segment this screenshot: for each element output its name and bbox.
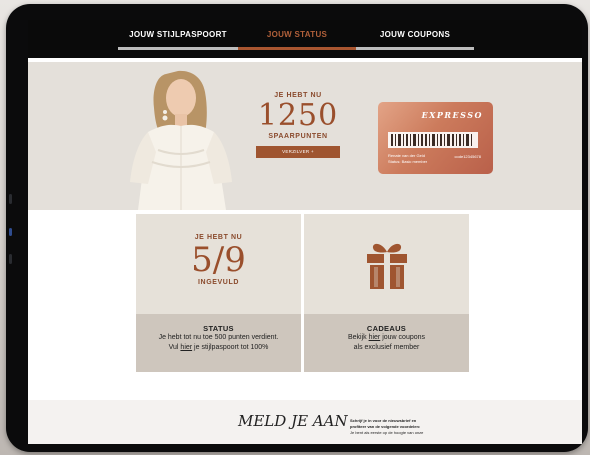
newsletter-heading: MELD JE AAN (238, 412, 348, 430)
tab-underline-active (238, 47, 356, 50)
cadeau-line-1-suffix: jouw coupons (380, 334, 426, 341)
hero-banner: JE HEBT NU 1250 SPAARPUNTEN VERZILVER + … (28, 62, 582, 210)
newsletter-text: Schrijf je in voor de nieuwsbrief en pro… (350, 418, 460, 436)
card-brand-logo: EXPRESSO (421, 110, 483, 120)
status-tile-bottom: STATUS Je hebt tot nu toe 500 punten ver… (136, 314, 301, 372)
status-tile-top: JE HEBT NU 5/9 INGEVULD (136, 214, 301, 314)
status-line-2: Vul hier je stijlpaspoort tot 100% (136, 343, 301, 353)
status-tile: JE HEBT NU 5/9 INGEVULD STATUS Je hebt t… (136, 214, 301, 372)
tab-underline (356, 47, 474, 50)
card-holder: Renate van der Geld Status: Basic member (388, 153, 427, 164)
cadeau-tile-bottom: CADEAUS Bekijk hier jouw coupons als exc… (304, 314, 469, 372)
tab-label: JOUW COUPONS (379, 30, 451, 39)
tab-coupons[interactable]: JOUW COUPONS (356, 30, 474, 58)
cadeau-tile-top (304, 214, 469, 314)
progress-block: JE HEBT NU 5/9 INGEVULD (136, 234, 301, 286)
cadeau-title: CADEAUS (366, 324, 407, 333)
screen: JOUW STIJLPASPOORT JOUW STATUS JOUW COUP… (28, 20, 582, 444)
passport-link[interactable]: hier (180, 344, 192, 351)
progress-fraction: 5/9 (191, 240, 246, 280)
cadeau-line-1-prefix: Bekijk (347, 334, 369, 341)
status-line-2-suffix: je stijlpaspoort tot 100% (192, 344, 269, 351)
card-number: code12345678 (454, 154, 481, 159)
tablet-camera-dot (9, 228, 12, 236)
redeem-button[interactable]: VERZILVER + (256, 146, 340, 158)
status-line-1: Je hebt tot nu toe 500 punten verdient. (158, 334, 279, 341)
progress-caption: INGEVULD (198, 279, 239, 286)
tablet-side-button-2 (9, 254, 12, 264)
points-value: 1250 (257, 98, 339, 133)
status-line-2-prefix: Vul (168, 344, 181, 351)
tablet-side-button (9, 194, 12, 204)
coupons-link[interactable]: hier (369, 334, 381, 341)
points-label: SPAARPUNTEN (268, 133, 328, 140)
tab-status[interactable]: JOUW STATUS (238, 30, 356, 58)
top-nav: JOUW STIJLPASPOORT JOUW STATUS JOUW COUP… (28, 20, 582, 58)
cadeau-tile: CADEAUS Bekijk hier jouw coupons als exc… (304, 214, 469, 372)
card-holder-status: Status: Basic member (388, 158, 428, 164)
newsletter-intro-2: profiteer van de volgende voordelen: (350, 424, 421, 429)
tab-label: JOUW STIJLPASPOORT (129, 30, 227, 39)
model-photo (130, 70, 232, 210)
points-block: JE HEBT NU 1250 SPAARPUNTEN VERZILVER + (248, 92, 348, 158)
tab-label: JOUW STATUS (266, 30, 328, 39)
gift-icon (367, 243, 407, 289)
newsletter-section: MELD JE AAN Schrijf je in voor de nieuws… (28, 400, 582, 444)
tab-stijlpaspoort[interactable]: JOUW STIJLPASPOORT (118, 30, 238, 58)
cadeau-line-1: Bekijk hier jouw coupons (304, 333, 469, 343)
status-title: STATUS (203, 324, 234, 333)
tablet-frame: JOUW STIJLPASPOORT JOUW STATUS JOUW COUP… (6, 4, 588, 452)
tab-underline (118, 47, 238, 50)
newsletter-intro: Schrijf je in voor de nieuwsbrief en (350, 418, 417, 423)
card-holder-name: Renate van der Geld (388, 153, 425, 158)
cadeau-line-2: als exclusief member (353, 344, 420, 351)
loyalty-card[interactable]: EXPRESSO Renate van der Geld Status: Bas… (378, 102, 493, 174)
newsletter-detail: Je bent als eerste op de hoogte van onze (350, 430, 424, 435)
barcode-icon (388, 132, 478, 148)
